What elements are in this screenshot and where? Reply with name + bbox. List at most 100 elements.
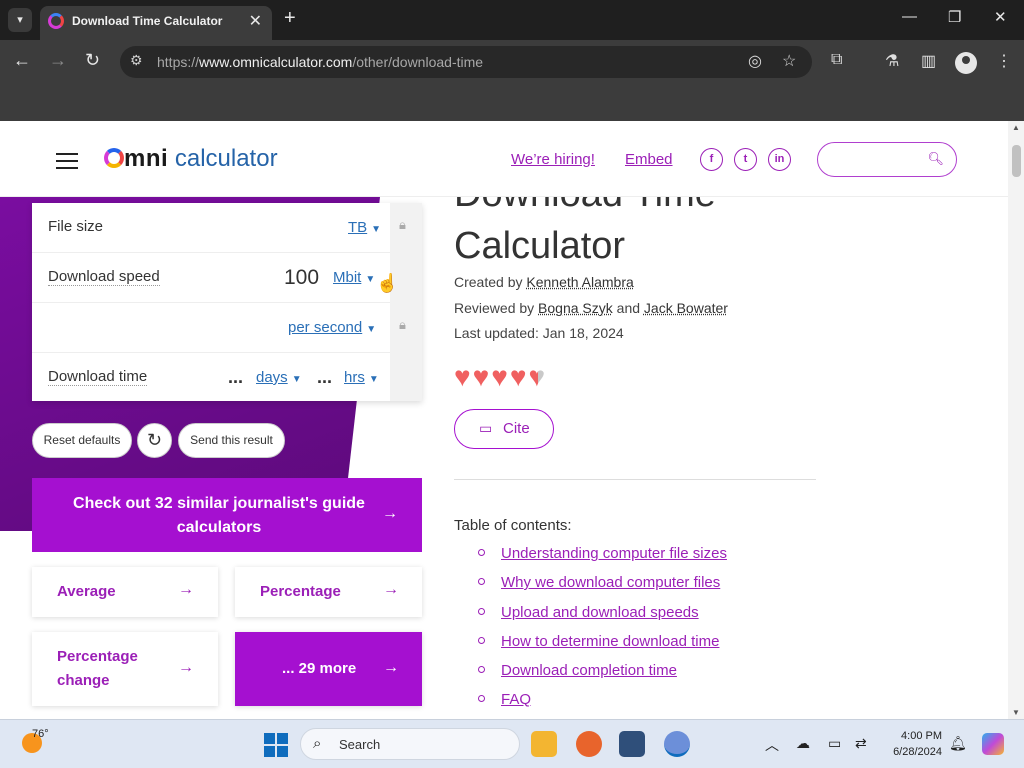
lock-column: 🔒︎ 🔒︎ <box>390 203 422 401</box>
sidepanel-icon[interactable]: ▥ <box>921 51 936 71</box>
related-card-percentage[interactable]: Percentage → <box>235 567 422 617</box>
hrs-unit-select[interactable]: hrs ▼ <box>344 369 379 386</box>
reviewer-link[interactable]: Bogna Szyk <box>538 300 613 316</box>
embed-link[interactable]: Embed <box>625 151 673 168</box>
send-result-button[interactable]: Send this result <box>178 423 285 458</box>
file-size-unit-select[interactable]: TB ▼ <box>348 219 381 236</box>
tab-title: Download Time Calculator <box>72 14 223 28</box>
chevron-down-icon: ▼ <box>291 374 302 385</box>
eye-off-icon[interactable]: ◎ <box>748 51 762 71</box>
cite-button[interactable]: ▭ Cite <box>454 409 554 449</box>
tab-favicon-icon <box>48 13 64 29</box>
extensions-icon[interactable]: ⧉ <box>831 51 842 69</box>
heart-half-icon[interactable]: ♥ <box>529 361 548 392</box>
similar-calculators-button[interactable]: Check out 32 similar journalist's guide … <box>32 478 422 552</box>
reviewer-link[interactable]: Jack Bowater <box>644 300 728 316</box>
site-info-icon[interactable]: ⚙ <box>130 52 143 69</box>
cite-icon: ▭ <box>479 420 493 436</box>
hiring-link[interactable]: We’re hiring! <box>511 151 595 168</box>
download-time-hrs-input[interactable]: ... <box>317 367 332 388</box>
star-icon[interactable]: ☆ <box>782 51 796 71</box>
search-input[interactable]: 🔍︎ <box>817 142 957 177</box>
profile-icon[interactable] <box>955 52 977 74</box>
file-size-row: File size TB ▼ <box>32 203 390 253</box>
time-unit-select[interactable]: per second ▼ <box>288 319 376 336</box>
heart-icon[interactable]: ♥ <box>454 361 473 392</box>
copilot-icon[interactable] <box>982 733 1004 755</box>
search-icon: ⌕ <box>313 735 322 752</box>
heart-icon[interactable]: ♥ <box>510 361 529 392</box>
restore-icon[interactable]: ❐ <box>948 8 961 26</box>
bookmarks-bar <box>0 84 1024 121</box>
download-time-row: Download time ... days ▼ ... hrs ▼ <box>32 353 390 403</box>
temperature: 76° <box>32 728 49 740</box>
page-scrollbar[interactable]: ▲ ▼ <box>1008 121 1024 719</box>
chevron-down-icon: ▼ <box>366 324 377 335</box>
linkedin-icon[interactable]: in <box>768 148 791 171</box>
menu-icon[interactable] <box>56 153 78 169</box>
twitter-icon[interactable]: t <box>734 148 757 171</box>
minimize-icon[interactable]: — <box>902 8 917 25</box>
search-icon[interactable]: 🔍︎ <box>927 151 944 167</box>
browser-titlebar: ▾ Download Time Calculator ✕ + — ❐ ✕ <box>0 0 1024 40</box>
refresh-icon[interactable]: ↻ <box>137 423 172 458</box>
download-speed-input[interactable]: 100 <box>284 266 319 290</box>
arrow-right-icon: → <box>383 581 399 598</box>
tab-search-icon[interactable]: ▾ <box>8 8 32 32</box>
lock-icon[interactable]: 🔒︎ <box>399 217 406 233</box>
clock[interactable]: 4:00 PM 6/28/2024 <box>880 728 942 760</box>
reviewed-by: Reviewed by Bogna Szyk and Jack Bowater <box>454 300 728 316</box>
related-card-percentage-change[interactable]: Percentage change → <box>32 632 218 706</box>
browser-menu-icon[interactable]: ⋮ <box>996 51 1012 71</box>
url-text[interactable]: https://www.omnicalculator.com/other/dow… <box>157 54 483 70</box>
author-link[interactable]: Kenneth Alambra <box>526 274 633 290</box>
days-unit-select[interactable]: days ▼ <box>256 369 302 386</box>
heart-icon[interactable]: ♥ <box>473 361 492 392</box>
rating-hearts[interactable]: ♥♥♥♥♥ <box>454 361 547 393</box>
chevron-down-icon: ▼ <box>365 274 376 285</box>
back-icon[interactable]: ← <box>13 50 31 71</box>
chevron-down-icon: ▼ <box>371 224 382 235</box>
notification-icon[interactable]: 🔔︎ <box>949 735 967 752</box>
address-bar[interactable]: ⚙ https://www.omnicalculator.com/other/d… <box>120 46 812 78</box>
window-close-icon[interactable]: ✕ <box>994 8 1007 26</box>
network-icon[interactable]: ⇄ <box>855 735 867 752</box>
speed-unit-select[interactable]: Mbit ▼ <box>333 269 375 286</box>
arrow-right-icon: → <box>383 659 399 676</box>
scrollbar-thumb[interactable] <box>1012 145 1021 177</box>
chrome-icon[interactable] <box>664 731 690 757</box>
heart-icon[interactable]: ♥ <box>491 361 510 392</box>
new-tab-icon[interactable]: + <box>284 7 296 30</box>
toc-item[interactable]: Why we download computer files <box>478 574 720 591</box>
download-time-days-input[interactable]: ... <box>228 367 243 388</box>
arrow-right-icon: → <box>382 505 398 522</box>
display-icon[interactable]: ▭ <box>828 735 841 752</box>
tab-close-icon[interactable]: ✕ <box>249 11 262 31</box>
file-explorer-icon[interactable] <box>531 731 557 757</box>
omni-logo-icon <box>104 148 124 168</box>
reset-defaults-button[interactable]: Reset defaults <box>32 423 132 458</box>
tray-chevron-icon[interactable]: ︿ <box>765 735 779 755</box>
lock-icon[interactable]: 🔒︎ <box>399 317 406 333</box>
mouse-pointer-icon: ☝ <box>376 273 399 293</box>
web-page: Download Time Calculator Created by Kenn… <box>0 121 1008 719</box>
toc-item[interactable]: How to determine download time <box>478 633 719 650</box>
facebook-icon[interactable]: f <box>700 148 723 171</box>
cloud-off-icon[interactable]: ☁ <box>796 735 810 752</box>
toc-item[interactable]: Understanding computer file sizes <box>478 545 727 562</box>
related-card-more[interactable]: ... 29 more → <box>235 632 422 706</box>
firefox-icon[interactable] <box>576 731 602 757</box>
toc-item[interactable]: Upload and download speeds <box>478 604 699 621</box>
related-card-average[interactable]: Average → <box>32 567 218 617</box>
labs-icon[interactable]: ⚗ <box>885 51 899 71</box>
last-updated: Last updated: Jan 18, 2024 <box>454 325 624 341</box>
reload-icon[interactable]: ↻ <box>85 50 100 71</box>
virtualbox-icon[interactable] <box>619 731 645 757</box>
omni-logo[interactable]: mni calculator <box>104 145 278 173</box>
toc-item[interactable]: Download completion time <box>478 662 677 679</box>
start-icon[interactable] <box>264 733 288 757</box>
taskbar-search[interactable]: ⌕ Search <box>300 728 520 760</box>
active-tab[interactable]: Download Time Calculator ✕ <box>40 6 272 40</box>
toc-item[interactable]: FAQ <box>478 691 531 708</box>
forward-icon[interactable]: → <box>49 50 67 71</box>
